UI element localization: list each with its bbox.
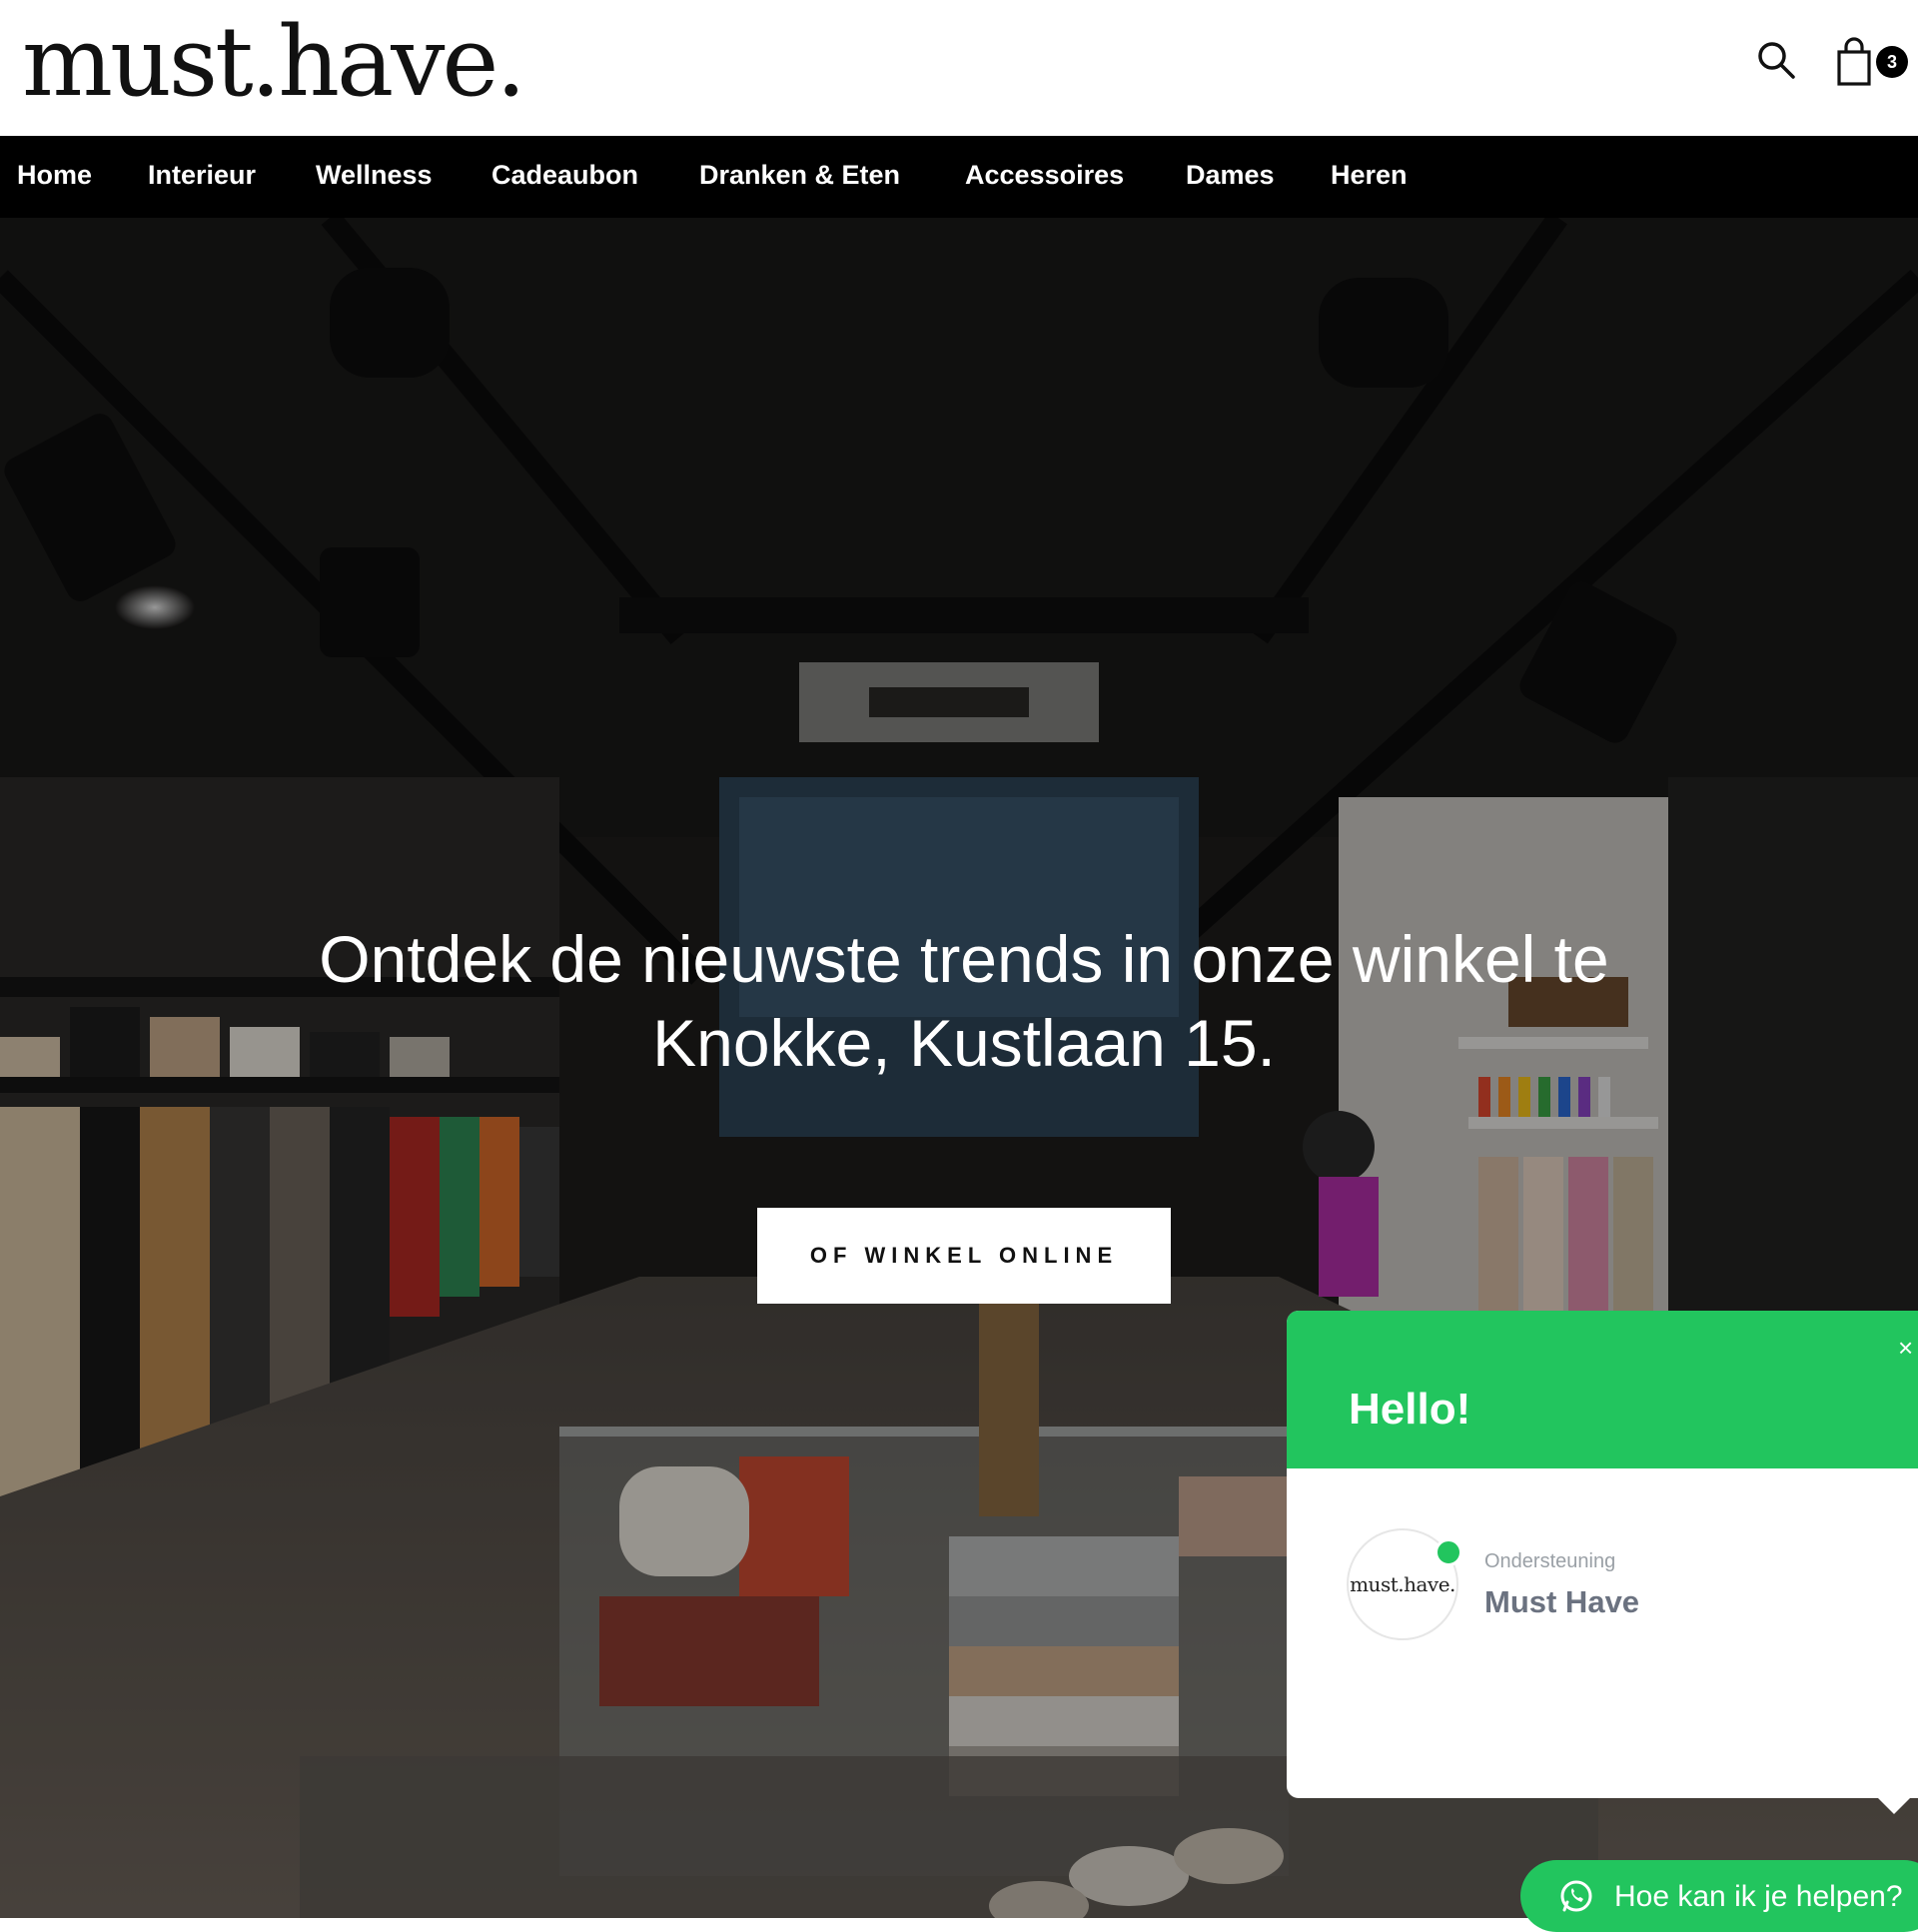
- search-button[interactable]: [1754, 38, 1798, 82]
- nav-item-dames[interactable]: Dames: [1186, 160, 1275, 191]
- cart-count-badge: 3: [1876, 46, 1908, 78]
- chat-agent-name[interactable]: Must Have: [1484, 1584, 1639, 1620]
- nav-item-interieur[interactable]: Interieur: [148, 160, 256, 191]
- chat-popup-tail: [1876, 1796, 1912, 1814]
- close-icon[interactable]: ×: [1898, 1333, 1913, 1364]
- nav-item-home[interactable]: Home: [17, 160, 92, 191]
- nav-item-accessoires[interactable]: Accessoires: [965, 160, 1124, 191]
- hero-title: Ontdek de nieuwste trends in onze winkel…: [319, 922, 1609, 1080]
- chat-launcher-label: Hoe kan ik je helpen?: [1614, 1880, 1903, 1913]
- whatsapp-icon: [1560, 1880, 1592, 1912]
- cart-button[interactable]: [1834, 36, 1882, 88]
- logo[interactable]: must.have.: [22, 14, 526, 110]
- nav-item-heren[interactable]: Heren: [1331, 160, 1408, 191]
- chat-agent-role: Ondersteuning: [1484, 1550, 1616, 1572]
- chat-greeting: Hello!: [1349, 1385, 1471, 1434]
- chat-header: Hello! ×: [1287, 1311, 1918, 1468]
- chat-launcher-button[interactable]: Hoe kan ik je helpen?: [1520, 1860, 1918, 1932]
- chat-popup: Hello! × must.have. Ondersteuning Must H…: [1287, 1311, 1918, 1798]
- shop-online-button[interactable]: OF WINKEL ONLINE: [757, 1208, 1171, 1304]
- nav-item-wellness[interactable]: Wellness: [316, 160, 433, 191]
- search-icon: [1758, 42, 1795, 79]
- site-header: must.have. 3: [0, 0, 1918, 136]
- nav-item-dranken-eten[interactable]: Dranken & Eten: [699, 160, 900, 191]
- shopping-bag-icon: [1837, 37, 1871, 86]
- main-nav: Home Interieur Wellness Cadeaubon Dranke…: [0, 136, 1918, 218]
- nav-item-cadeaubon[interactable]: Cadeaubon: [491, 160, 638, 191]
- online-status-icon: [1435, 1538, 1462, 1566]
